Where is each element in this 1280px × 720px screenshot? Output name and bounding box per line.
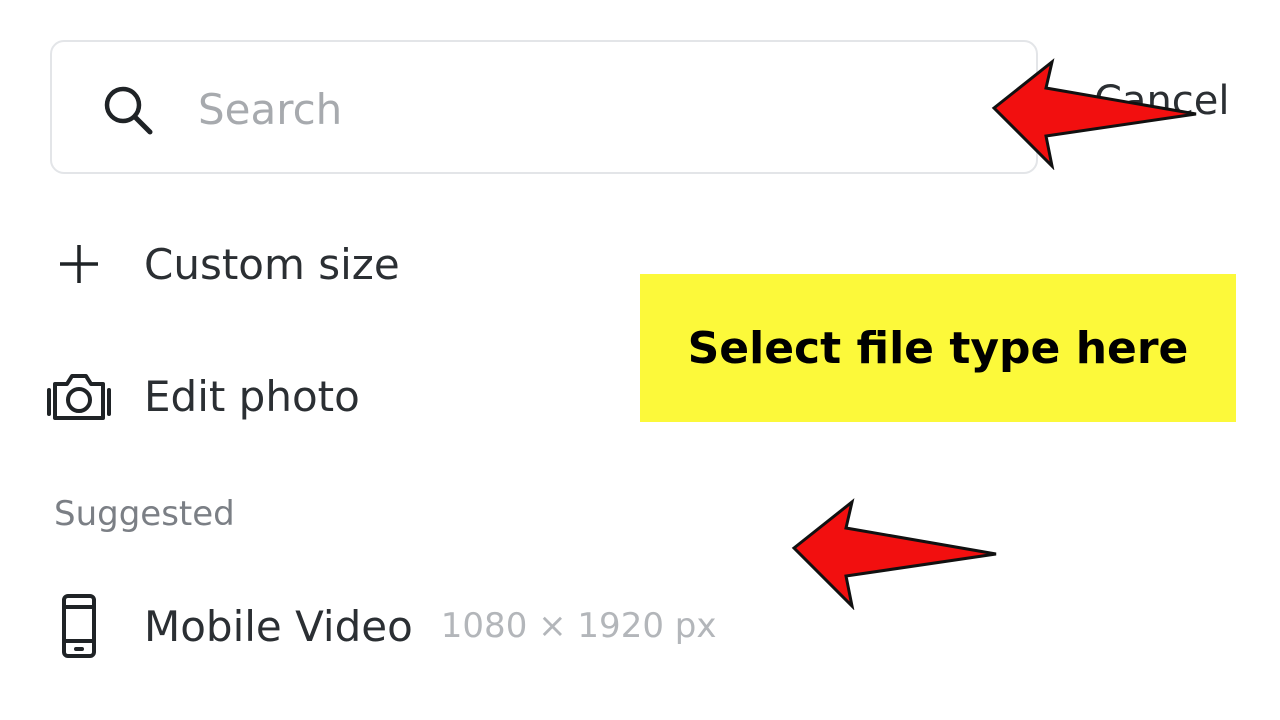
create-design-panel: Cancel Custom size Edit photo Suggested [0, 0, 1280, 720]
callout-text: Select file type here [687, 322, 1189, 374]
mobile-video-label: Mobile Video [144, 601, 413, 651]
search-box[interactable] [50, 40, 1038, 174]
custom-size-label: Custom size [144, 239, 400, 289]
mobile-phone-icon [62, 594, 96, 658]
camera-icon [47, 374, 111, 420]
plus-icon [60, 245, 98, 283]
mobile-video-dimensions: 1080 × 1920 px [440, 606, 717, 646]
search-icon [104, 86, 153, 135]
annotation-callout: Select file type here [640, 274, 1236, 422]
edit-photo-label: Edit photo [144, 371, 360, 421]
search-input[interactable] [196, 70, 980, 148]
suggested-item-mobile-video[interactable]: Mobile Video 1080 × 1920 px [44, 586, 716, 666]
custom-size-item[interactable]: Custom size [44, 224, 400, 304]
annotation-arrow-icon [791, 498, 997, 610]
edit-photo-item[interactable]: Edit photo [44, 356, 360, 436]
annotation-arrow-icon [991, 58, 1197, 170]
suggested-heading: Suggested [54, 494, 235, 534]
